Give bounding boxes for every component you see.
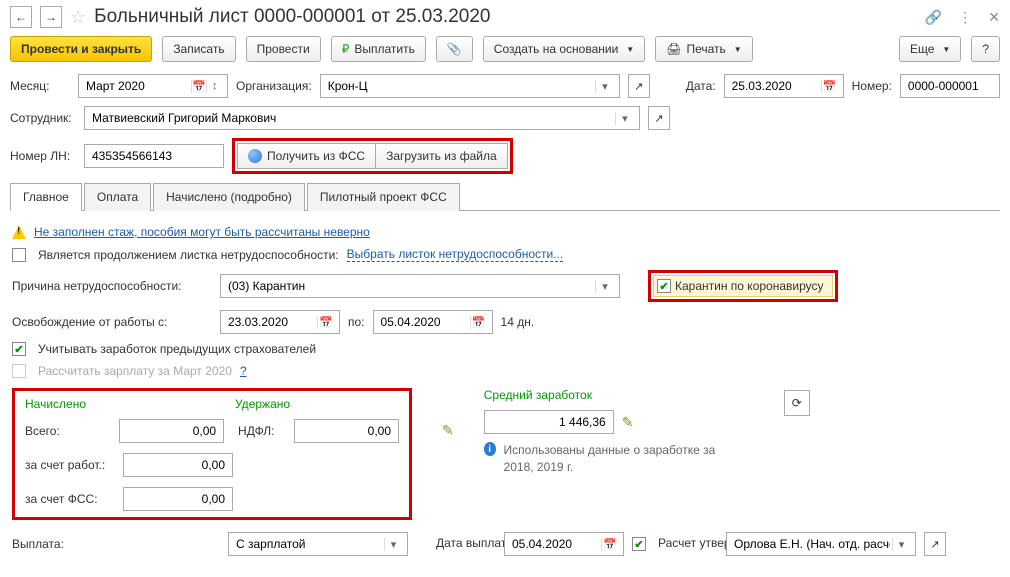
number-input[interactable] bbox=[900, 74, 1000, 98]
org-open-button[interactable]: ↗ bbox=[628, 74, 650, 98]
approver-open-button[interactable]: ↗ bbox=[924, 532, 946, 556]
continuation-checkbox[interactable] bbox=[12, 248, 26, 262]
help-button[interactable]: ? bbox=[971, 36, 1000, 62]
forward-button[interactable]: → bbox=[40, 6, 62, 28]
calendar-icon[interactable]: 📅 bbox=[470, 316, 487, 329]
paydate-label: Дата выплаты: bbox=[436, 537, 496, 550]
employee-open-button[interactable]: ↗ bbox=[648, 106, 670, 130]
month-label: Месяц: bbox=[10, 79, 70, 93]
payout-label: Выплата: bbox=[12, 537, 72, 551]
calendar-icon[interactable]: 📅 bbox=[601, 538, 618, 551]
total-label: Всего: bbox=[25, 424, 111, 438]
avg-earnings-header: Средний заработок bbox=[484, 388, 744, 402]
globe-icon bbox=[248, 149, 262, 163]
continuation-label: Является продолжением листка нетрудоспос… bbox=[38, 248, 339, 262]
back-button[interactable]: ← bbox=[10, 6, 32, 28]
date-label: Дата: bbox=[686, 79, 716, 93]
fss-label: за счет ФСС: bbox=[25, 492, 115, 506]
ln-input[interactable] bbox=[84, 144, 224, 168]
chevron-down-icon[interactable]: ▾ bbox=[384, 538, 402, 551]
number-label: Номер: bbox=[852, 79, 892, 93]
chevron-down-icon[interactable]: ▾ bbox=[595, 80, 614, 93]
employer-label: за счет работ.: bbox=[25, 458, 115, 472]
release-from-input[interactable]: 📅 bbox=[220, 310, 340, 334]
covid-checkbox-container[interactable]: ✔ Карантин по коронавирусу bbox=[653, 275, 833, 297]
link-icon[interactable]: 🔗 bbox=[925, 9, 942, 26]
tab-main[interactable]: Главное bbox=[10, 183, 82, 211]
star-icon[interactable]: ☆ bbox=[70, 7, 86, 28]
warning-icon bbox=[12, 225, 26, 239]
approved-label: Расчет утвердил bbox=[658, 537, 718, 550]
prev-insurers-checkbox[interactable]: ✔ bbox=[12, 342, 26, 356]
calc-salary-label: Рассчитать зарплату за Март 2020 bbox=[38, 364, 232, 378]
calc-salary-checkbox bbox=[12, 364, 26, 378]
employee-label: Сотрудник: bbox=[10, 111, 76, 125]
ndfl-label: НДФЛ: bbox=[238, 424, 286, 438]
month-input[interactable]: 📅 ↕ bbox=[78, 74, 228, 98]
load-from-file-button[interactable]: Загрузить из файла bbox=[376, 143, 508, 169]
to-label: по: bbox=[348, 315, 365, 329]
withheld-header: Удержано bbox=[235, 397, 290, 411]
chevron-down-icon[interactable]: ▾ bbox=[615, 112, 634, 125]
attach-button[interactable]: 📎 bbox=[436, 36, 473, 62]
tab-payment[interactable]: Оплата bbox=[84, 183, 151, 211]
calendar-icon[interactable]: 📅 bbox=[317, 316, 334, 329]
payout-input[interactable]: ▾ bbox=[228, 532, 408, 556]
org-input[interactable]: ▾ bbox=[320, 74, 620, 98]
paydate-input[interactable]: 📅 bbox=[504, 532, 624, 556]
pencil-icon[interactable]: ✎ bbox=[442, 422, 454, 439]
tab-accrued[interactable]: Начислено (подробно) bbox=[153, 183, 305, 211]
kebab-icon[interactable]: ⋮ bbox=[958, 9, 972, 26]
post-button[interactable]: Провести bbox=[246, 36, 321, 62]
covid-checkbox[interactable]: ✔ bbox=[657, 279, 671, 293]
write-button[interactable]: Записать bbox=[162, 36, 235, 62]
page-title: Больничный лист 0000-000001 от 25.03.202… bbox=[94, 6, 917, 28]
avg-info-text: Использованы данные о заработке за 2018,… bbox=[504, 442, 744, 477]
reason-input[interactable]: ▾ bbox=[220, 274, 620, 298]
warning-link[interactable]: Не заполнен стаж, пособия могут быть рас… bbox=[34, 225, 370, 239]
calendar-icon[interactable]: 📅 bbox=[821, 80, 838, 93]
approver-input[interactable]: ▾ bbox=[726, 532, 916, 556]
ln-label: Номер ЛН: bbox=[10, 149, 76, 163]
release-to-input[interactable]: 📅 bbox=[373, 310, 493, 334]
pay-button[interactable]: ₽Выплатить bbox=[331, 36, 426, 62]
accrued-header: Начислено bbox=[25, 397, 235, 411]
print-button[interactable]: 🖨 Печать▼ bbox=[655, 36, 752, 62]
prev-insurers-label: Учитывать заработок предыдущих страховат… bbox=[38, 342, 316, 356]
employee-input[interactable]: ▾ bbox=[84, 106, 640, 130]
chevron-down-icon[interactable]: ▾ bbox=[595, 280, 614, 293]
post-and-close-button[interactable]: Провести и закрыть bbox=[10, 36, 152, 62]
covid-label: Карантин по коронавирусу bbox=[675, 279, 824, 293]
approved-checkbox[interactable]: ✔ bbox=[632, 537, 646, 551]
ndfl-input[interactable] bbox=[294, 419, 399, 443]
release-label: Освобождение от работы с: bbox=[12, 315, 212, 329]
info-icon: i bbox=[484, 442, 496, 456]
more-button[interactable]: Еще▼ bbox=[899, 36, 961, 62]
calendar-icon[interactable]: 📅 bbox=[191, 80, 207, 93]
create-based-button[interactable]: Создать на основании▼ bbox=[483, 36, 645, 62]
pencil-icon[interactable]: ✎ bbox=[622, 414, 634, 431]
fss-input[interactable] bbox=[123, 487, 233, 511]
refresh-button[interactable]: ⟳ bbox=[784, 390, 810, 416]
choose-sheet-link[interactable]: Выбрать листок нетрудоспособности... bbox=[347, 247, 564, 262]
date-input[interactable]: 📅 bbox=[724, 74, 844, 98]
get-from-fss-button[interactable]: Получить из ФСС bbox=[237, 143, 376, 169]
close-icon[interactable]: ✕ bbox=[988, 9, 1000, 26]
employer-input[interactable] bbox=[123, 453, 233, 477]
total-input[interactable] bbox=[119, 419, 224, 443]
avg-earnings-input[interactable] bbox=[484, 410, 614, 434]
org-label: Организация: bbox=[236, 79, 312, 93]
reason-label: Причина нетрудоспособности: bbox=[12, 279, 212, 293]
chevron-down-icon[interactable]: ▾ bbox=[892, 538, 910, 551]
tab-pilot[interactable]: Пилотный проект ФСС bbox=[307, 183, 460, 211]
days-label: 14 дн. bbox=[501, 315, 535, 329]
calc-salary-help[interactable]: ? bbox=[240, 364, 247, 378]
stepper-icon[interactable]: ↕ bbox=[206, 80, 222, 92]
